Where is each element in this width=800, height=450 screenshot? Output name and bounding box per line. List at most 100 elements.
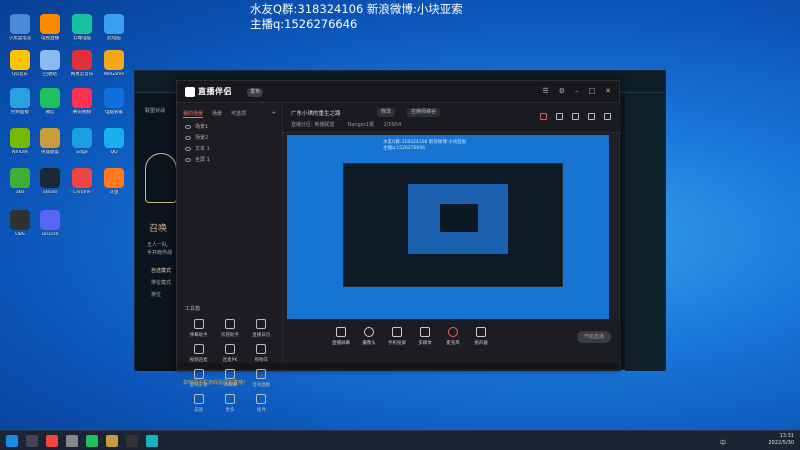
eye-icon[interactable]: [185, 135, 191, 140]
desktop-shortcut[interactable]: Steam: [34, 168, 66, 196]
desktop-shortcut[interactable]: 微信: [34, 88, 66, 116]
desktop-shortcut[interactable]: Chrome: [66, 168, 98, 196]
language-indicator[interactable]: 中: [720, 438, 726, 447]
desktop-shortcut[interactable]: 回收站: [34, 50, 66, 78]
desktop-shortcut[interactable]: 腾讯视频: [66, 88, 98, 116]
app-icon: [10, 168, 30, 188]
desktop-shortcut[interactable]: QQ: [98, 128, 130, 156]
tab-options[interactable]: 可选项: [231, 110, 246, 118]
desktop-shortcut-label: 斗鱼: [109, 190, 119, 195]
stream-app-titlebar: 直播伴侣 发布 ☰ ⚙ – □ ✕: [177, 81, 619, 103]
start-icon[interactable]: [6, 435, 18, 447]
stream-overlay-line2: 主播q:1526276646: [250, 17, 358, 31]
scene-item[interactable]: 场景2: [177, 133, 282, 144]
scene-item[interactable]: 文本 1: [177, 144, 282, 155]
desktop-shortcut[interactable]: 英雄联盟: [34, 128, 66, 156]
scene-item[interactable]: 全屏 1: [177, 155, 282, 166]
stream-taskbar-icon[interactable]: [126, 435, 138, 447]
desktop-shortcut[interactable]: Edge: [66, 128, 98, 156]
tool-icon: [193, 369, 204, 379]
toolbox-item[interactable]: 购物车: [246, 344, 277, 363]
stream-app-badge[interactable]: 发布: [247, 88, 264, 97]
maximize-icon[interactable]: □: [589, 87, 596, 96]
tool-icon: [193, 344, 204, 354]
desktop-shortcut[interactable]: 360: [4, 168, 36, 196]
category-selector[interactable]: 召唤师峡谷: [407, 108, 441, 117]
edit-title-button[interactable]: 修改: [377, 108, 396, 117]
desktop-shortcut[interactable]: Discord: [34, 210, 66, 238]
desktop-shortcut[interactable]: OBS: [4, 210, 36, 238]
eye-icon[interactable]: [185, 124, 191, 129]
game-taskbar-icon[interactable]: [106, 435, 118, 447]
game-mode-c[interactable]: 排位: [151, 291, 161, 298]
close-icon[interactable]: ✕: [605, 87, 611, 96]
desktop-shortcut[interactable]: 电视直播: [34, 14, 66, 42]
preview-overlay-text-2: 主播q:1526276646: [383, 146, 426, 151]
desktop-shortcut[interactable]: 网易云音乐: [66, 50, 98, 78]
menu-icon[interactable]: ☰: [542, 87, 548, 96]
app-taskbar-icon[interactable]: [146, 435, 158, 447]
toolbox-item[interactable]: 音效面板: [246, 369, 277, 388]
desktop-shortcut[interactable]: 此电脑: [98, 14, 130, 42]
toolbox-item[interactable]: 连麦PK: [214, 344, 245, 363]
toolbox-item[interactable]: 房管助手: [214, 319, 245, 338]
wechat-taskbar-icon[interactable]: [86, 435, 98, 447]
chrome-taskbar-icon[interactable]: [46, 435, 58, 447]
desktop-shortcut[interactable]: 控制面板: [4, 88, 36, 116]
toolbox-item[interactable]: 视频连麦: [183, 344, 214, 363]
share-icon[interactable]: [588, 113, 595, 120]
help-notice[interactable]: 如何把手机游戏投屏到直播？: [183, 379, 248, 386]
toolbox-item[interactable]: 弹幕助手: [183, 319, 214, 338]
scene-item[interactable]: 场景1: [177, 122, 282, 133]
desktop-shortcut[interactable]: 小黑盒电竞: [4, 14, 36, 42]
desktop-shortcut[interactable]: 电脑管家: [98, 88, 130, 116]
desktop-shortcut-label: 此电脑: [107, 36, 121, 41]
desktop-shortcut-label: NVIDIA: [12, 150, 28, 155]
game-client-friends: [625, 93, 665, 371]
eye-icon[interactable]: [185, 157, 191, 162]
toolbox-item[interactable]: 插件: [246, 394, 277, 413]
desktop-shortcut-label: Chrome: [73, 190, 91, 195]
toolbox-item[interactable]: 更多: [214, 394, 245, 413]
app-icon: [40, 88, 60, 108]
clock-time: 13:31: [779, 433, 794, 439]
game-desc-b: 手并肩作战: [147, 250, 173, 256]
desktop-shortcut[interactable]: QQ音乐: [4, 50, 36, 78]
tab-my-scenes[interactable]: 我的场景: [183, 110, 204, 118]
mic-button[interactable]: 麦克风: [441, 327, 465, 346]
tool-icon: [256, 319, 267, 329]
add-scene-icon[interactable]: +: [272, 110, 276, 118]
gift-icon[interactable]: [540, 113, 547, 120]
game-mode-b[interactable]: 排位模式: [151, 279, 171, 286]
desktop-shortcut[interactable]: WeGame: [98, 50, 130, 78]
start-stream-button[interactable]: 开始直播: [577, 331, 611, 343]
game-nav-label[interactable]: 联盟对战: [145, 107, 165, 114]
layout-icon[interactable]: [556, 113, 563, 120]
speaker-button[interactable]: 扬声器: [469, 327, 493, 346]
tab-scenes[interactable]: 场景: [212, 110, 222, 118]
game-mode-a[interactable]: 自选模式: [151, 267, 171, 274]
chat-icon[interactable]: [572, 113, 579, 120]
app-icon: [72, 50, 92, 70]
camera-button[interactable]: 摄像头: [357, 327, 381, 346]
stream-app-window[interactable]: 直播伴侣 发布 ☰ ⚙ – □ ✕ 我的场景 场景 可选项 + 场景1 场景2 …: [176, 80, 621, 413]
toolbox-item[interactable]: 直播日历: [246, 319, 277, 338]
media-button[interactable]: 多媒体: [413, 327, 437, 346]
phone-cast-button[interactable]: 手机投屏: [385, 327, 409, 346]
settings-icon[interactable]: ⚙: [559, 87, 565, 96]
explorer-taskbar-icon[interactable]: [66, 435, 78, 447]
system-clock[interactable]: 13:31 2022/5/30: [768, 433, 794, 447]
desktop-shortcut[interactable]: 斗鱼: [98, 168, 130, 196]
toolbox-item[interactable]: 美颜: [183, 394, 214, 413]
stream-preview[interactable]: 水友Q群:318324106 新浪微博:小块亚索 主播q:1526276646: [287, 135, 609, 319]
phone-icon: [392, 327, 402, 337]
bell-icon[interactable]: [604, 113, 611, 120]
minimize-icon[interactable]: –: [575, 87, 579, 96]
desktop-shortcut[interactable]: 云端电脑: [66, 14, 98, 42]
clock-date: 2022/5/30: [768, 440, 794, 446]
eye-icon[interactable]: [185, 146, 191, 151]
search-icon[interactable]: [26, 435, 38, 447]
desktop-shortcut[interactable]: NVIDIA: [4, 128, 36, 156]
screen-share-button[interactable]: 直播屏幕: [329, 327, 353, 346]
mic-label: 麦克风: [446, 341, 460, 346]
